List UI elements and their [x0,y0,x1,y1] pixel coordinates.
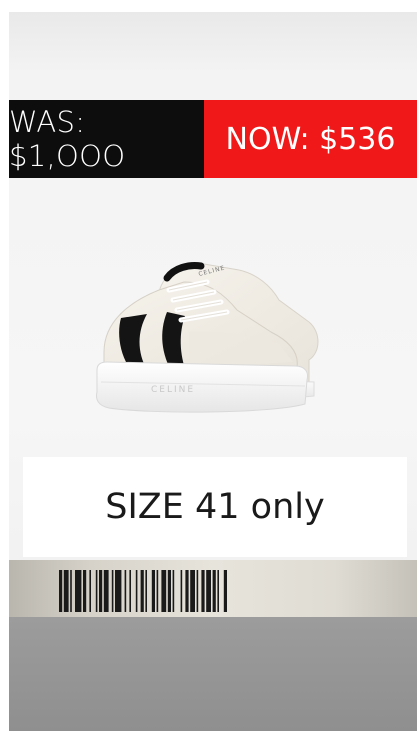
price-banner: WAS: $1,OOO NOW: $536 [9,100,417,178]
sneaker-icon: CELINE CELINE [96,262,319,413]
was-price: WAS: $1,OOO [9,100,204,178]
now-price: NOW: $536 [204,100,417,178]
bottom-panel [9,617,417,731]
size-label: SIZE 41 only [23,457,407,557]
product-image: CELINE CELINE [9,182,417,458]
sole-logo-text: CELINE [151,385,195,395]
story-frame: WAS: $1,OOO NOW: $536 CELINE CELINE SIZE… [9,12,417,731]
